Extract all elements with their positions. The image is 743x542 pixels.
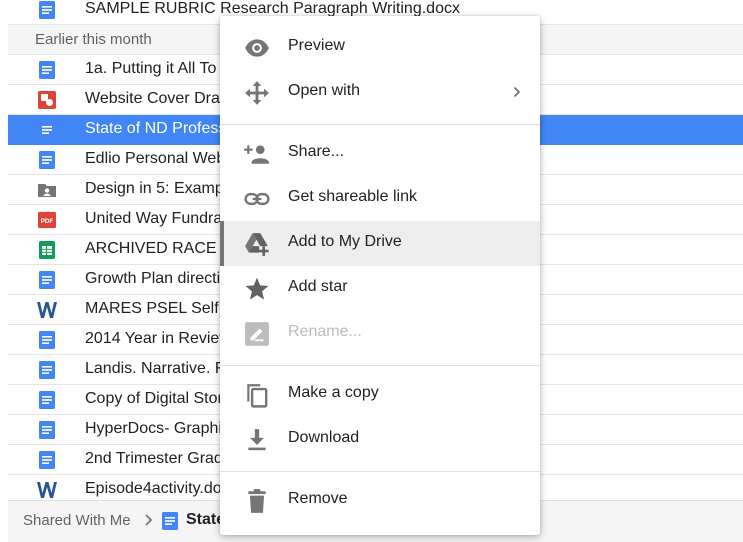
- docs-icon: [39, 151, 55, 169]
- chevron-right-icon: [513, 86, 521, 98]
- docs-icon: [39, 361, 55, 379]
- menu-item-label: Remove: [288, 490, 348, 507]
- menu-item-download[interactable]: Download: [220, 417, 540, 462]
- person-add-icon: [244, 145, 269, 164]
- file-name: MARES PSEL Self A: [85, 300, 233, 317]
- menu-item-label: Open with: [288, 82, 361, 99]
- file-name: Episode4activity.do: [85, 480, 222, 497]
- menu-item-label: Share...: [288, 143, 345, 160]
- menu-divider: [220, 471, 540, 472]
- file-name: State of ND Profess: [85, 120, 227, 137]
- menu-item-label: Add star: [288, 278, 348, 295]
- section-label: Earlier this month: [35, 31, 152, 48]
- menu-item-label: Get shareable link: [288, 188, 417, 205]
- file-name: United Way Fundra: [85, 210, 223, 227]
- menu-item-add-to-drive[interactable]: Add to My Drive: [220, 221, 540, 266]
- docs-icon: [42, 126, 52, 134]
- file-name: ARCHIVED RACE R: [85, 240, 233, 257]
- file-name: Website Cover Drav: [85, 90, 228, 107]
- trash-icon: [248, 489, 266, 513]
- file-name: Landis. Narrative. F: [85, 360, 225, 377]
- svg-text:PDF: PDF: [41, 218, 54, 225]
- drawing-icon: [38, 91, 56, 109]
- file-name: Growth Plan directi: [85, 270, 221, 287]
- menu-item-label: Add to My Drive: [288, 233, 402, 250]
- hover-indicator: [220, 221, 224, 266]
- file-name: HyperDocs- Graphic: [85, 420, 230, 437]
- menu-item-add-star[interactable]: Add star: [220, 266, 540, 311]
- file-name: 2nd Trimester Grad: [85, 450, 223, 467]
- drive-add-icon: [245, 233, 269, 256]
- word-icon: [37, 302, 57, 318]
- pencil-icon: [245, 322, 269, 346]
- download-icon: [248, 429, 266, 451]
- docs-icon: [39, 271, 55, 289]
- menu-divider: [220, 365, 540, 366]
- context-menu: Preview Open with Share... Get shareable…: [220, 16, 540, 535]
- menu-divider: [220, 124, 540, 125]
- chevron-right-icon: [145, 514, 153, 526]
- pdf-icon: PDF: [38, 211, 56, 229]
- docs-icon: [39, 391, 55, 409]
- menu-item-get-link[interactable]: Get shareable link: [220, 176, 540, 221]
- docs-icon: [39, 331, 55, 349]
- link-icon: [244, 192, 270, 206]
- word-icon: [37, 482, 57, 498]
- menu-item-make-copy[interactable]: Make a copy: [220, 372, 540, 417]
- docs-icon: [39, 451, 55, 469]
- star-icon: [245, 277, 269, 300]
- docs-icon: [39, 421, 55, 439]
- menu-item-share[interactable]: Share...: [220, 131, 540, 176]
- menu-item-open-with[interactable]: Open with: [220, 70, 540, 115]
- shared-folder-icon: [38, 184, 56, 197]
- file-name: 1a. Putting it All To: [85, 60, 217, 77]
- file-name: 2014 Year in Review: [85, 330, 231, 347]
- menu-item-preview[interactable]: Preview: [220, 25, 540, 70]
- docs-icon: [39, 61, 55, 79]
- sheets-icon: [39, 241, 55, 259]
- menu-item-label: Preview: [288, 37, 345, 54]
- menu-item-label: Download: [288, 429, 360, 446]
- eye-icon: [245, 39, 269, 57]
- docs-icon: [162, 512, 178, 530]
- move-arrows-icon: [245, 81, 269, 105]
- menu-item-rename: Rename...: [220, 311, 540, 356]
- menu-item-label: Rename...: [288, 323, 362, 340]
- file-name: Edlio Personal Web: [85, 150, 226, 167]
- file-name: Copy of Digital Stor: [85, 390, 223, 407]
- docs-icon: [39, 1, 55, 19]
- file-name: Design in 5: Examp: [85, 180, 224, 197]
- copy-icon: [247, 384, 268, 408]
- menu-item-label: Make a copy: [288, 384, 379, 401]
- menu-item-remove[interactable]: Remove: [220, 478, 540, 523]
- breadcrumb-root[interactable]: Shared With Me: [23, 512, 131, 529]
